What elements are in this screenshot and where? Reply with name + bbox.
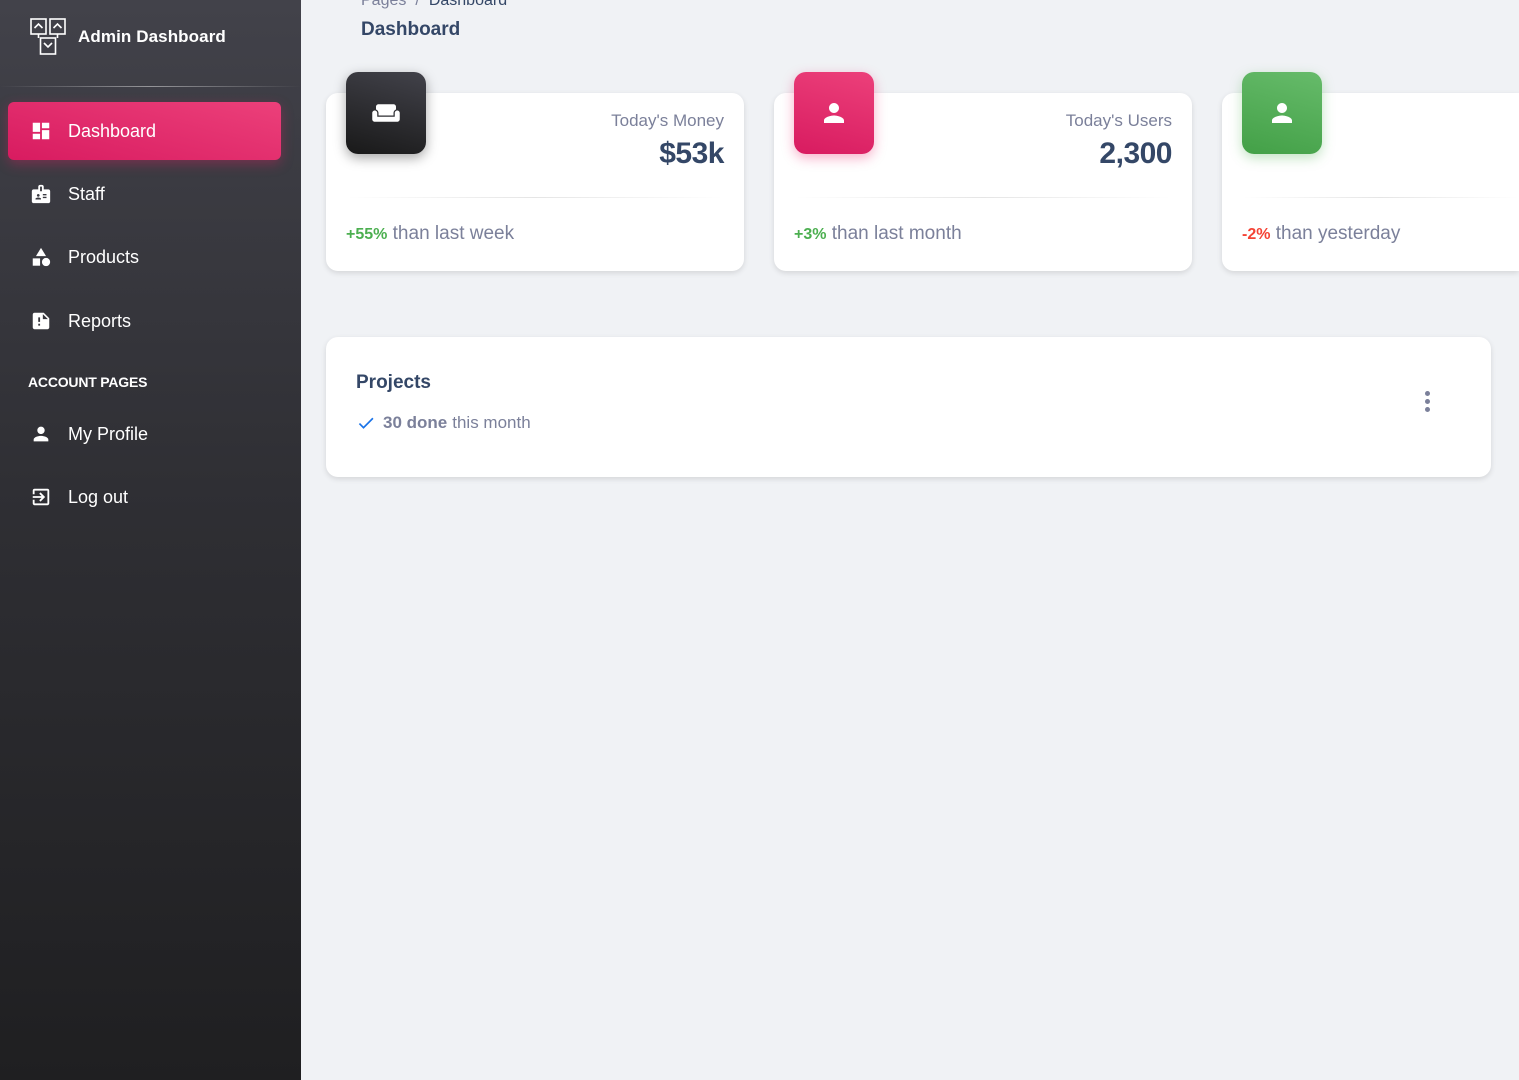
stat-icon-box — [346, 72, 426, 154]
card-divider — [1242, 197, 1519, 198]
person-icon — [824, 103, 844, 123]
shapes-icon — [30, 246, 52, 268]
stat-label: Today's Money — [611, 111, 724, 130]
card-divider — [346, 197, 724, 198]
stat-card-third: -2% than yesterday — [1222, 72, 1519, 271]
sidebar-item-log-out[interactable]: Log out — [8, 468, 281, 526]
projects-summary: 30 done this month — [356, 413, 531, 433]
sidebar-item-products[interactable]: Products — [8, 228, 281, 286]
sidebar-item-label: Products — [68, 246, 140, 267]
stat-card-money: Today's Money $53k +55% than last week — [326, 72, 744, 271]
sidebar-item-reports[interactable]: Reports — [8, 292, 281, 350]
stat-change-suffix: than yesterday — [1270, 223, 1401, 244]
page-title: Dashboard — [361, 19, 461, 40]
dashboard-icon — [30, 120, 52, 142]
stat-change: +55% — [346, 226, 388, 243]
section-label-account-pages: ACCOUNT PAGES — [28, 374, 148, 390]
breadcrumb: Pages / Dashboard — [361, 0, 507, 10]
stat-card-users: Today's Users 2,300 +3% than last month — [774, 72, 1192, 271]
stat-footer: +3% than last month — [794, 223, 962, 245]
stat-footer: -2% than yesterday — [1242, 223, 1400, 245]
brand[interactable]: Admin Dashboard — [30, 18, 226, 56]
projects-period: this month — [452, 413, 531, 432]
person-icon — [30, 423, 52, 445]
stat-change: +3% — [794, 226, 827, 243]
more-options-icon[interactable] — [1416, 387, 1438, 415]
sidebar-item-my-profile[interactable]: My Profile — [8, 405, 281, 463]
sidebar-item-label: My Profile — [68, 423, 149, 444]
brand-logo-icon — [30, 18, 66, 55]
brand-title: Admin Dashboard — [78, 27, 226, 46]
sidebar-divider — [0, 86, 301, 87]
check-icon — [358, 417, 374, 429]
stat-label: Today's Users — [1065, 111, 1172, 130]
stat-icon-box — [794, 72, 874, 154]
stat-change-suffix: than last month — [826, 223, 962, 244]
stat-value: $53k — [659, 137, 724, 170]
report-icon — [30, 310, 52, 332]
sidebar-item-label: Reports — [68, 310, 132, 331]
projects-title: Projects — [356, 372, 431, 393]
stat-change-suffix: than last week — [387, 223, 515, 244]
stat-footer: +55% than last week — [346, 223, 514, 245]
projects-card: Projects 30 done this month — [326, 337, 1491, 477]
sidebar-item-label: Dashboard — [68, 120, 157, 141]
logout-icon — [30, 486, 52, 508]
breadcrumb-separator: / — [415, 0, 420, 9]
sidebar: Admin Dashboard Dashboard Staff Products… — [0, 0, 301, 1080]
sidebar-item-staff[interactable]: Staff — [8, 165, 281, 223]
card-divider — [794, 197, 1172, 198]
projects-done-count: 30 done — [383, 413, 448, 432]
sidebar-item-label: Staff — [68, 183, 105, 204]
person-icon — [1272, 103, 1292, 123]
breadcrumb-current: Dashboard — [428, 0, 508, 9]
stat-icon-box — [1242, 72, 1322, 154]
stat-change: -2% — [1242, 226, 1271, 243]
sidebar-item-dashboard[interactable]: Dashboard — [8, 102, 281, 160]
sidebar-item-label: Log out — [68, 486, 129, 507]
stat-value: 2,300 — [1099, 137, 1172, 170]
weekend-icon — [372, 104, 400, 122]
badge-icon — [30, 183, 52, 205]
breadcrumb-parent[interactable]: Pages — [361, 0, 406, 9]
